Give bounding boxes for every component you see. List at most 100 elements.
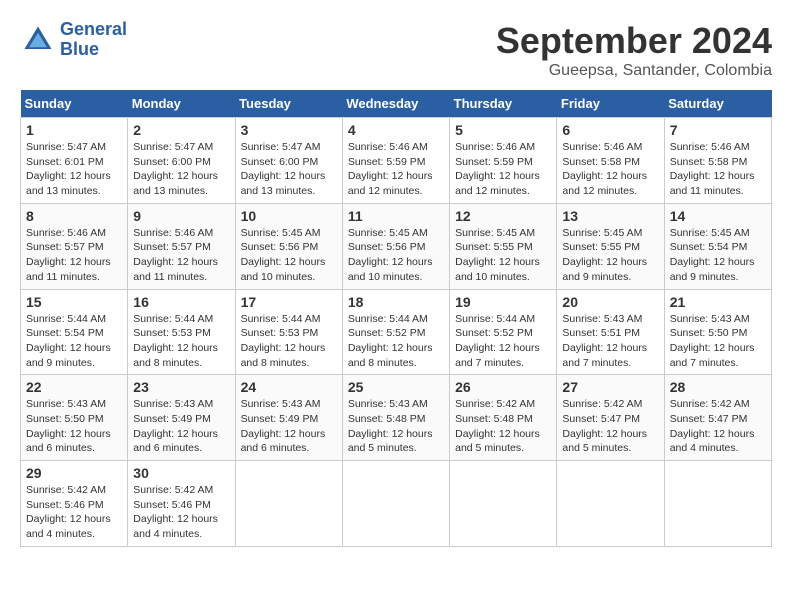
- page-header: General Blue September 2024 Gueepsa, San…: [20, 20, 772, 80]
- calendar-cell: 22Sunrise: 5:43 AMSunset: 5:50 PMDayligh…: [21, 375, 128, 461]
- day-info: Sunrise: 5:45 AMSunset: 5:56 PMDaylight:…: [241, 226, 337, 285]
- header-sunday: Sunday: [21, 90, 128, 118]
- day-info: Sunrise: 5:42 AMSunset: 5:47 PMDaylight:…: [562, 397, 658, 456]
- day-number: 11: [348, 208, 444, 224]
- header-monday: Monday: [128, 90, 235, 118]
- day-number: 21: [670, 294, 766, 310]
- day-info: Sunrise: 5:45 AMSunset: 5:55 PMDaylight:…: [562, 226, 658, 285]
- header-thursday: Thursday: [450, 90, 557, 118]
- calendar-week-1: 1 Sunrise: 5:47 AMSunset: 6:01 PMDaylight…: [21, 118, 772, 204]
- calendar-cell: 10 Sunrise: 5:45 AMSunset: 5:56 PMDayligh…: [235, 203, 342, 289]
- day-number: 8: [26, 208, 122, 224]
- weekday-header-row: Sunday Monday Tuesday Wednesday Thursday…: [21, 90, 772, 118]
- day-number: 14: [670, 208, 766, 224]
- day-number: 24: [241, 379, 337, 395]
- calendar-cell: 25 Sunrise: 5:43 AMSunset: 5:48 PMDayligh…: [342, 375, 449, 461]
- day-number: 2: [133, 122, 229, 138]
- day-info: Sunrise: 5:47 AMSunset: 6:01 PMDaylight:…: [26, 140, 122, 199]
- calendar-cell: 6Sunrise: 5:46 AMSunset: 5:58 PMDaylight…: [557, 118, 664, 204]
- day-info: Sunrise: 5:42 AMSunset: 5:47 PMDaylight:…: [670, 397, 766, 456]
- calendar-cell: [664, 461, 771, 547]
- calendar-cell: [235, 461, 342, 547]
- header-saturday: Saturday: [664, 90, 771, 118]
- calendar-cell: 9 Sunrise: 5:46 AMSunset: 5:57 PMDaylight…: [128, 203, 235, 289]
- logo-text: General Blue: [60, 20, 127, 60]
- calendar-cell: 17 Sunrise: 5:44 AMSunset: 5:53 PMDayligh…: [235, 289, 342, 375]
- title-block: September 2024 Gueepsa, Santander, Colom…: [496, 20, 772, 80]
- calendar-cell: 7 Sunrise: 5:46 AMSunset: 5:58 PMDaylight…: [664, 118, 771, 204]
- calendar-week-3: 15Sunrise: 5:44 AMSunset: 5:54 PMDayligh…: [21, 289, 772, 375]
- day-info: Sunrise: 5:46 AMSunset: 5:57 PMDaylight:…: [26, 226, 122, 285]
- day-number: 5: [455, 122, 551, 138]
- calendar-week-5: 29 Sunrise: 5:42 AMSunset: 5:46 PMDayligh…: [21, 461, 772, 547]
- day-number: 18: [348, 294, 444, 310]
- header-friday: Friday: [557, 90, 664, 118]
- calendar-cell: 29 Sunrise: 5:42 AMSunset: 5:46 PMDayligh…: [21, 461, 128, 547]
- day-number: 6: [562, 122, 658, 138]
- day-number: 9: [133, 208, 229, 224]
- day-info: Sunrise: 5:46 AMSunset: 5:59 PMDaylight:…: [348, 140, 444, 199]
- day-info: Sunrise: 5:47 AMSunset: 6:00 PMDaylight:…: [133, 140, 229, 199]
- day-number: 12: [455, 208, 551, 224]
- day-info: Sunrise: 5:43 AMSunset: 5:48 PMDaylight:…: [348, 397, 444, 456]
- day-info: Sunrise: 5:43 AMSunset: 5:51 PMDaylight:…: [562, 312, 658, 371]
- day-number: 19: [455, 294, 551, 310]
- calendar-cell: 24 Sunrise: 5:43 AMSunset: 5:49 PMDayligh…: [235, 375, 342, 461]
- calendar-cell: 27 Sunrise: 5:42 AMSunset: 5:47 PMDayligh…: [557, 375, 664, 461]
- calendar-cell: 28 Sunrise: 5:42 AMSunset: 5:47 PMDayligh…: [664, 375, 771, 461]
- calendar-cell: 5 Sunrise: 5:46 AMSunset: 5:59 PMDaylight…: [450, 118, 557, 204]
- day-number: 17: [241, 294, 337, 310]
- day-info: Sunrise: 5:45 AMSunset: 5:55 PMDaylight:…: [455, 226, 551, 285]
- day-number: 10: [241, 208, 337, 224]
- calendar-cell: 18 Sunrise: 5:44 AMSunset: 5:52 PMDayligh…: [342, 289, 449, 375]
- calendar-cell: 3 Sunrise: 5:47 AMSunset: 6:00 PMDaylight…: [235, 118, 342, 204]
- day-info: Sunrise: 5:46 AMSunset: 5:57 PMDaylight:…: [133, 226, 229, 285]
- day-number: 26: [455, 379, 551, 395]
- day-number: 28: [670, 379, 766, 395]
- day-info: Sunrise: 5:46 AMSunset: 5:58 PMDaylight:…: [670, 140, 766, 199]
- day-info: Sunrise: 5:44 AMSunset: 5:54 PMDaylight:…: [26, 312, 122, 371]
- day-number: 3: [241, 122, 337, 138]
- calendar-cell: 12 Sunrise: 5:45 AMSunset: 5:55 PMDayligh…: [450, 203, 557, 289]
- day-info: Sunrise: 5:42 AMSunset: 5:46 PMDaylight:…: [26, 483, 122, 542]
- calendar-cell: 20Sunrise: 5:43 AMSunset: 5:51 PMDayligh…: [557, 289, 664, 375]
- day-number: 25: [348, 379, 444, 395]
- calendar-cell: 4 Sunrise: 5:46 AMSunset: 5:59 PMDaylight…: [342, 118, 449, 204]
- calendar-cell: 19 Sunrise: 5:44 AMSunset: 5:52 PMDayligh…: [450, 289, 557, 375]
- calendar-cell: [342, 461, 449, 547]
- calendar-week-4: 22Sunrise: 5:43 AMSunset: 5:50 PMDayligh…: [21, 375, 772, 461]
- day-info: Sunrise: 5:44 AMSunset: 5:52 PMDaylight:…: [455, 312, 551, 371]
- calendar-cell: 15Sunrise: 5:44 AMSunset: 5:54 PMDayligh…: [21, 289, 128, 375]
- day-number: 22: [26, 379, 122, 395]
- calendar-cell: [557, 461, 664, 547]
- calendar-cell: 23Sunrise: 5:43 AMSunset: 5:49 PMDayligh…: [128, 375, 235, 461]
- calendar-cell: [450, 461, 557, 547]
- day-number: 30: [133, 465, 229, 481]
- day-info: Sunrise: 5:47 AMSunset: 6:00 PMDaylight:…: [241, 140, 337, 199]
- day-number: 23: [133, 379, 229, 395]
- day-number: 1: [26, 122, 122, 138]
- calendar-cell: 11 Sunrise: 5:45 AMSunset: 5:56 PMDayligh…: [342, 203, 449, 289]
- calendar-cell: 1 Sunrise: 5:47 AMSunset: 6:01 PMDaylight…: [21, 118, 128, 204]
- day-info: Sunrise: 5:42 AMSunset: 5:48 PMDaylight:…: [455, 397, 551, 456]
- day-number: 4: [348, 122, 444, 138]
- header-tuesday: Tuesday: [235, 90, 342, 118]
- day-number: 27: [562, 379, 658, 395]
- calendar-cell: 21 Sunrise: 5:43 AMSunset: 5:50 PMDayligh…: [664, 289, 771, 375]
- day-info: Sunrise: 5:44 AMSunset: 5:52 PMDaylight:…: [348, 312, 444, 371]
- day-info: Sunrise: 5:44 AMSunset: 5:53 PMDaylight:…: [241, 312, 337, 371]
- day-number: 7: [670, 122, 766, 138]
- header-wednesday: Wednesday: [342, 90, 449, 118]
- day-info: Sunrise: 5:46 AMSunset: 5:59 PMDaylight:…: [455, 140, 551, 199]
- day-info: Sunrise: 5:44 AMSunset: 5:53 PMDaylight:…: [133, 312, 229, 371]
- day-info: Sunrise: 5:43 AMSunset: 5:49 PMDaylight:…: [241, 397, 337, 456]
- day-info: Sunrise: 5:43 AMSunset: 5:50 PMDaylight:…: [670, 312, 766, 371]
- calendar-cell: 14 Sunrise: 5:45 AMSunset: 5:54 PMDayligh…: [664, 203, 771, 289]
- day-info: Sunrise: 5:45 AMSunset: 5:54 PMDaylight:…: [670, 226, 766, 285]
- day-number: 13: [562, 208, 658, 224]
- calendar-cell: 8 Sunrise: 5:46 AMSunset: 5:57 PMDaylight…: [21, 203, 128, 289]
- day-info: Sunrise: 5:45 AMSunset: 5:56 PMDaylight:…: [348, 226, 444, 285]
- day-number: 29: [26, 465, 122, 481]
- calendar-cell: 26 Sunrise: 5:42 AMSunset: 5:48 PMDayligh…: [450, 375, 557, 461]
- day-info: Sunrise: 5:42 AMSunset: 5:46 PMDaylight:…: [133, 483, 229, 542]
